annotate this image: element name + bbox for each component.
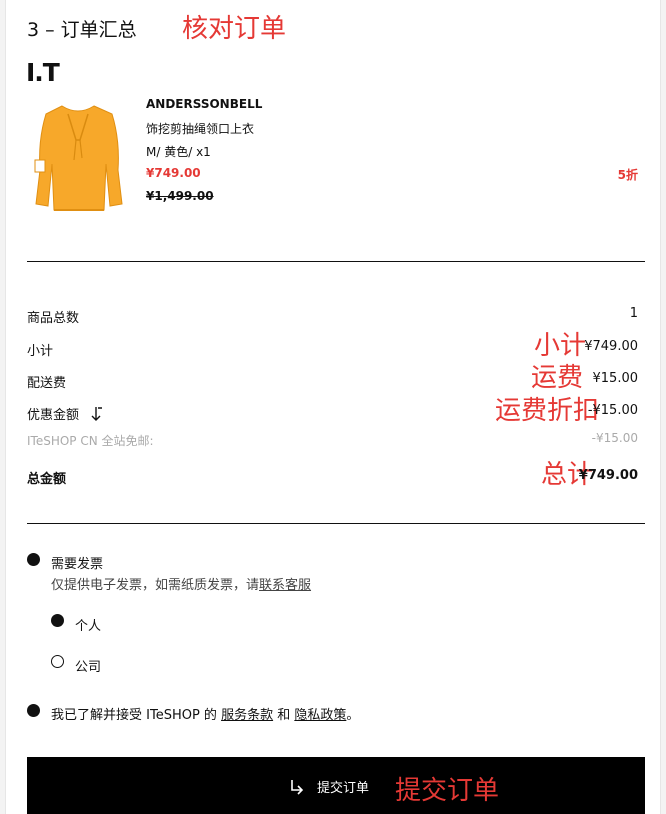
radio-personal[interactable]: [51, 614, 64, 627]
discount-label: 优惠金额: [27, 408, 80, 423]
radio-personal-label[interactable]: 个人: [75, 615, 101, 634]
product-image[interactable]: [32, 100, 124, 212]
brand-logo: I.T: [26, 58, 60, 87]
terms-suffix: 。: [346, 708, 360, 723]
arrow-turn-icon: [291, 779, 304, 795]
terms-text: 我已了解并接受 ITeSHOP 的 服务条款 和 隐私政策。: [51, 704, 359, 723]
checkout-page: 3 – 订单汇总 核对订单 I.T ANDERSSONBELL 饰挖剪抽绳领口上…: [5, 0, 661, 814]
product-name[interactable]: 饰挖剪抽绳领口上衣: [146, 120, 254, 137]
service-terms-link[interactable]: 服务条款: [221, 708, 273, 723]
subtotal-label: 小计: [27, 344, 54, 359]
need-invoice-label: 需要发票: [51, 557, 104, 572]
radio-company-label[interactable]: 公司: [75, 656, 101, 675]
annotation-review-order: 核对订单: [182, 14, 287, 44]
annotation-shipping-discount: 运费折扣: [495, 396, 600, 426]
discount-value: -¥15.00: [587, 403, 638, 418]
item-count-value: 1: [629, 306, 638, 321]
product-variant: M/ 黄色/ x1: [146, 145, 211, 159]
item-count-label: 商品总数: [27, 311, 80, 326]
discount-toggle[interactable]: 优惠金额: [27, 404, 103, 423]
total-label: 总金额: [27, 472, 67, 487]
radio-company[interactable]: [51, 655, 64, 668]
promo-value: -¥15.00: [591, 431, 638, 445]
subtotal-value: ¥749.00: [584, 339, 638, 354]
accept-terms-checkbox[interactable]: [27, 704, 40, 717]
contact-support-link[interactable]: 联系客服: [259, 578, 311, 593]
need-invoice-checkbox[interactable]: [27, 553, 40, 566]
promo-label: ITeSHOP CN 全站免邮:: [27, 434, 154, 448]
divider: [27, 261, 645, 262]
privacy-policy-link[interactable]: 隐私政策: [294, 708, 346, 723]
step-title: 3 – 订单汇总: [27, 19, 137, 41]
terms-prefix: 我已了解并接受 ITeSHOP 的: [51, 708, 222, 723]
discount-badge: 5折: [617, 168, 638, 182]
total-value: ¥749.00: [578, 468, 638, 483]
annotation-submit-order: 提交订单: [395, 776, 500, 806]
shipping-value: ¥15.00: [592, 371, 639, 386]
product-original-price: ¥1,499.00: [146, 189, 214, 203]
shipping-label: 配送费: [27, 376, 67, 391]
submit-order-button[interactable]: 提交订单: [27, 757, 645, 814]
invoice-note: 仅提供电子发票，如需纸质发票，请联系客服: [51, 574, 311, 593]
product-brand[interactable]: ANDERSSONBELL: [146, 97, 262, 111]
terms-and: 和: [273, 708, 295, 723]
product-price: ¥749.00: [146, 166, 201, 180]
submit-order-label: 提交订单: [317, 780, 370, 795]
invoice-note-text: 仅提供电子发票，如需纸质发票，请: [51, 578, 260, 593]
divider: [27, 523, 645, 524]
annotation-subtotal: 小计: [534, 331, 587, 361]
arrow-down-icon: [91, 406, 103, 421]
annotation-shipping: 运费: [531, 363, 584, 393]
submit-order-content: 提交订单: [289, 777, 369, 796]
